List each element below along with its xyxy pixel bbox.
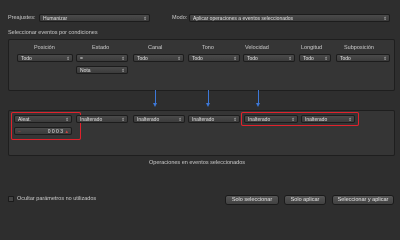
chevron-updown-icon: ⇕: [383, 56, 387, 61]
column-label-status: Estado: [92, 45, 110, 51]
chevron-updown-icon: ⇕: [291, 117, 295, 122]
mode-select[interactable]: Aplicar operaciones a eventos selecciona…: [189, 14, 390, 22]
status-type-select[interactable]: Nota ⇕: [76, 66, 128, 74]
chevron-updown-icon: ⇕: [383, 16, 387, 21]
status-type-value: Nota: [80, 68, 91, 74]
velocity-condition-value: Todo: [247, 56, 258, 62]
chevron-up-icon: ▲: [64, 129, 69, 134]
position-condition-value: Todo: [21, 56, 32, 62]
length-condition-value: Todo: [303, 56, 314, 62]
conditions-title: Seleccionar eventos por condiciones: [8, 30, 98, 36]
pitch-condition-select[interactable]: Todo ⇕: [188, 54, 240, 62]
hide-unused-checkbox[interactable]: [8, 196, 14, 202]
channel-operation-select[interactable]: Inalterado ⇕: [133, 115, 185, 123]
length-operation-select[interactable]: Inalterado ⇕: [301, 115, 355, 123]
subposition-condition-value: Todo: [340, 56, 351, 62]
select-only-button[interactable]: Solo seleccionar: [225, 195, 279, 205]
column-label-length: Longitud: [301, 45, 323, 51]
chevron-updown-icon: ⇕: [65, 117, 69, 122]
operations-title: Operaciones en eventos seleccionados: [149, 160, 246, 166]
status-operation-value: Inalterado: [80, 117, 103, 123]
arrow-down-icon: [153, 90, 157, 107]
subposition-condition-select[interactable]: Todo ⇕: [336, 54, 390, 62]
chevron-updown-icon: ⇕: [121, 68, 125, 73]
position-operation-amount: 0 0 0 3: [47, 129, 63, 135]
mode-value: Aplicar operaciones a eventos selecciona…: [193, 16, 294, 22]
preset-select[interactable]: Humanizar ⇕: [39, 14, 150, 22]
select-and-apply-button[interactable]: Seleccionar y aplicar: [332, 195, 394, 205]
length-condition-select[interactable]: Todo ⇕: [299, 54, 331, 62]
chevron-updown-icon: ⇕: [66, 56, 70, 61]
velocity-operation-select[interactable]: Inalterado ⇕: [244, 115, 298, 123]
position-operation-select[interactable]: Aleat. ⇕: [14, 115, 72, 123]
chevron-updown-icon: ⇕: [121, 117, 125, 122]
channel-condition-value: Todo: [137, 56, 148, 62]
chevron-updown-icon: ⇕: [121, 56, 125, 61]
channel-condition-select[interactable]: Todo ⇕: [133, 54, 184, 62]
status-condition-select[interactable]: = ⇕: [76, 54, 128, 62]
hide-unused-label: Ocultar parámetros no utilizados: [17, 196, 97, 202]
column-label-channel: Canal: [148, 45, 163, 51]
position-condition-select[interactable]: Todo ⇕: [17, 54, 73, 62]
arrow-down-icon: [206, 90, 210, 107]
pitch-condition-value: Todo: [192, 56, 203, 62]
arrow-down-icon: [256, 90, 260, 107]
column-label-pitch: Tono: [202, 45, 214, 51]
position-operation-value: Aleat.: [18, 117, 31, 123]
chevron-updown-icon: ⇕: [288, 56, 292, 61]
minus-icon: −: [18, 129, 21, 135]
chevron-updown-icon: ⇕: [143, 16, 147, 21]
pitch-operation-value: Inalterado: [192, 117, 215, 123]
apply-only-button[interactable]: Solo aplicar: [284, 195, 326, 205]
chevron-updown-icon: ⇕: [324, 56, 328, 61]
chevron-updown-icon: ⇕: [233, 117, 237, 122]
status-operation-select[interactable]: Inalterado ⇕: [76, 115, 128, 123]
preset-label: Preajustes:: [8, 15, 36, 21]
channel-operation-value: Inalterado: [137, 117, 160, 123]
velocity-operation-value: Inalterado: [248, 117, 271, 123]
mode-label: Modo:: [172, 15, 188, 21]
preset-value: Humanizar: [43, 16, 68, 22]
chevron-updown-icon: ⇕: [177, 56, 181, 61]
chevron-updown-icon: ⇕: [233, 56, 237, 61]
status-condition-value: =: [80, 56, 83, 62]
position-operation-value-field[interactable]: − 0 0 0 3 ▲: [14, 127, 72, 135]
column-label-position: Posición: [34, 45, 55, 51]
column-label-subposition: Subposición: [344, 45, 374, 51]
chevron-updown-icon: ⇕: [178, 117, 182, 122]
pitch-operation-select[interactable]: Inalterado ⇕: [188, 115, 240, 123]
velocity-condition-select[interactable]: Todo ⇕: [243, 54, 295, 62]
chevron-updown-icon: ⇕: [348, 117, 352, 122]
length-operation-value: Inalterado: [305, 117, 328, 123]
column-label-velocity: Velocidad: [245, 45, 269, 51]
